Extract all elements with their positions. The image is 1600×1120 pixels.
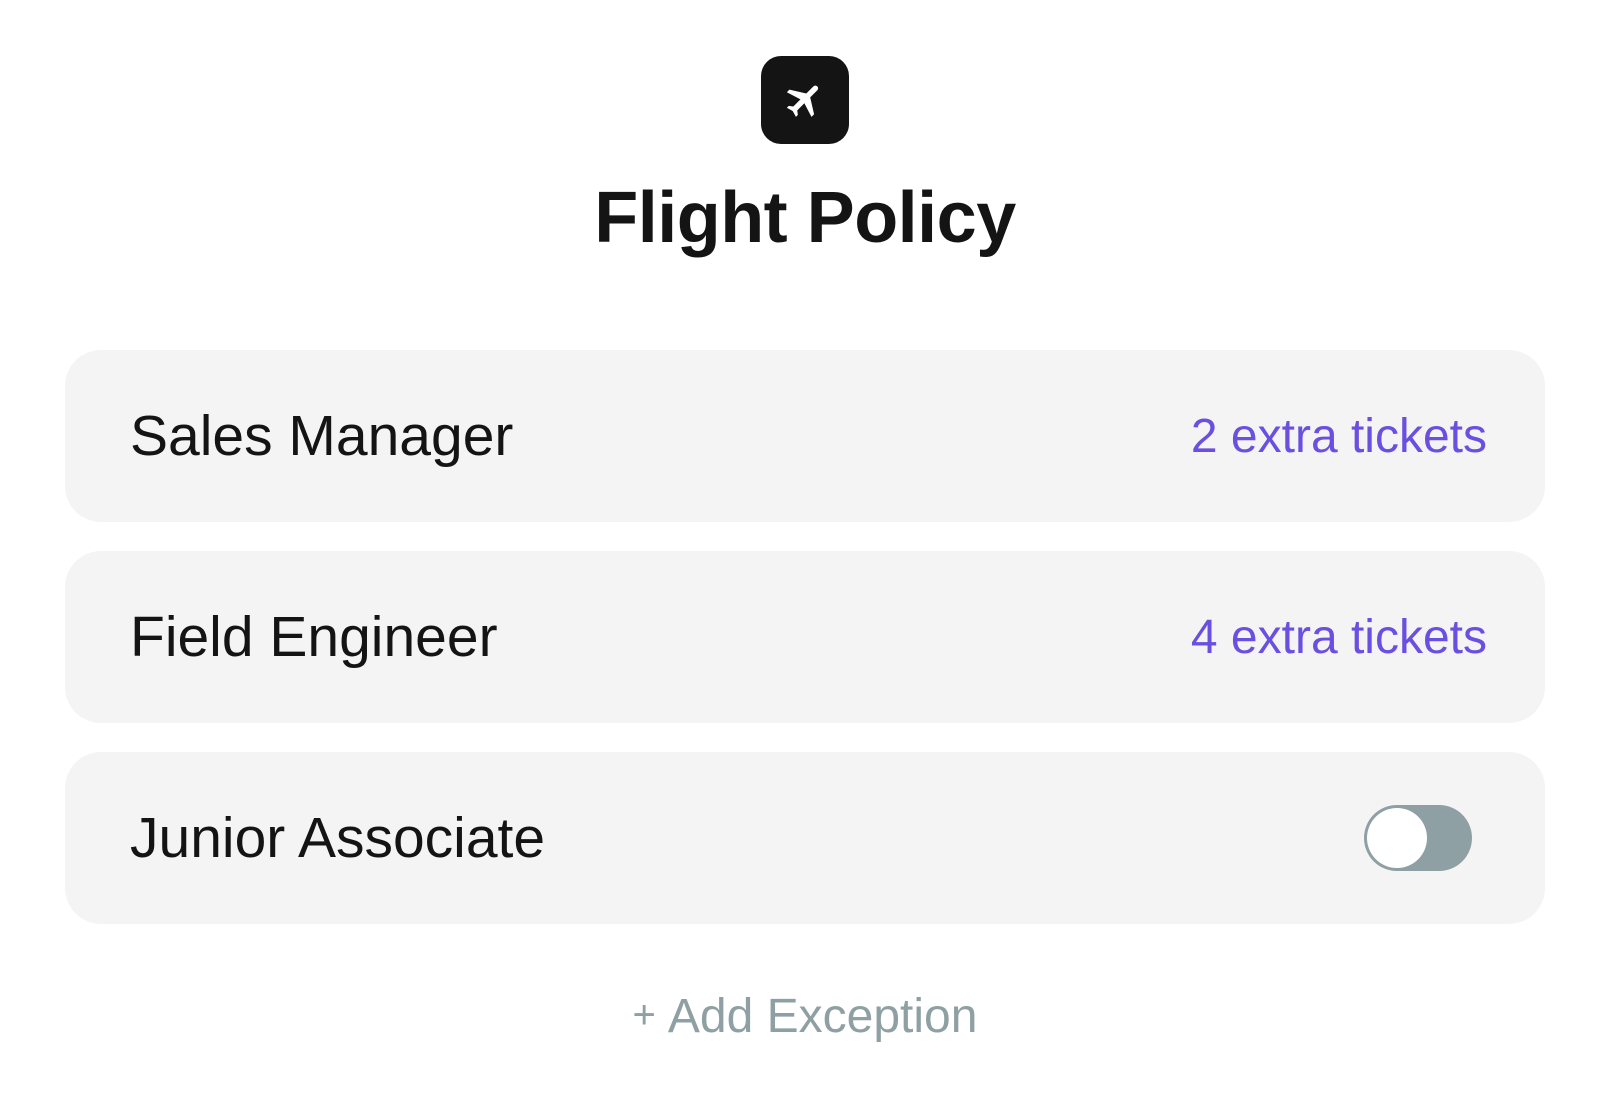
- role-name: Sales Manager: [130, 404, 514, 468]
- extra-tickets-value[interactable]: 4 extra tickets: [1191, 610, 1487, 665]
- page-title: Flight Policy: [594, 178, 1016, 258]
- policy-row-junior-associate[interactable]: Junior Associate: [65, 752, 1545, 924]
- add-exception-label: Add Exception: [667, 990, 978, 1043]
- toggle-knob: [1367, 808, 1427, 868]
- role-name: Junior Associate: [130, 806, 546, 870]
- flight-policy-app-icon: [761, 56, 849, 144]
- role-name: Field Engineer: [130, 605, 498, 669]
- add-exception-button[interactable]: + Add Exception: [0, 985, 1600, 1047]
- policy-exception-list: Sales Manager 2 extra tickets Field Engi…: [65, 350, 1545, 953]
- policy-row-sales-manager[interactable]: Sales Manager 2 extra tickets: [65, 350, 1545, 522]
- junior-associate-toggle[interactable]: [1364, 805, 1472, 871]
- policy-row-field-engineer[interactable]: Field Engineer 4 extra tickets: [65, 551, 1545, 723]
- plus-icon: +: [632, 993, 656, 1037]
- airplane-icon: [786, 85, 819, 117]
- extra-tickets-value[interactable]: 2 extra tickets: [1191, 409, 1487, 464]
